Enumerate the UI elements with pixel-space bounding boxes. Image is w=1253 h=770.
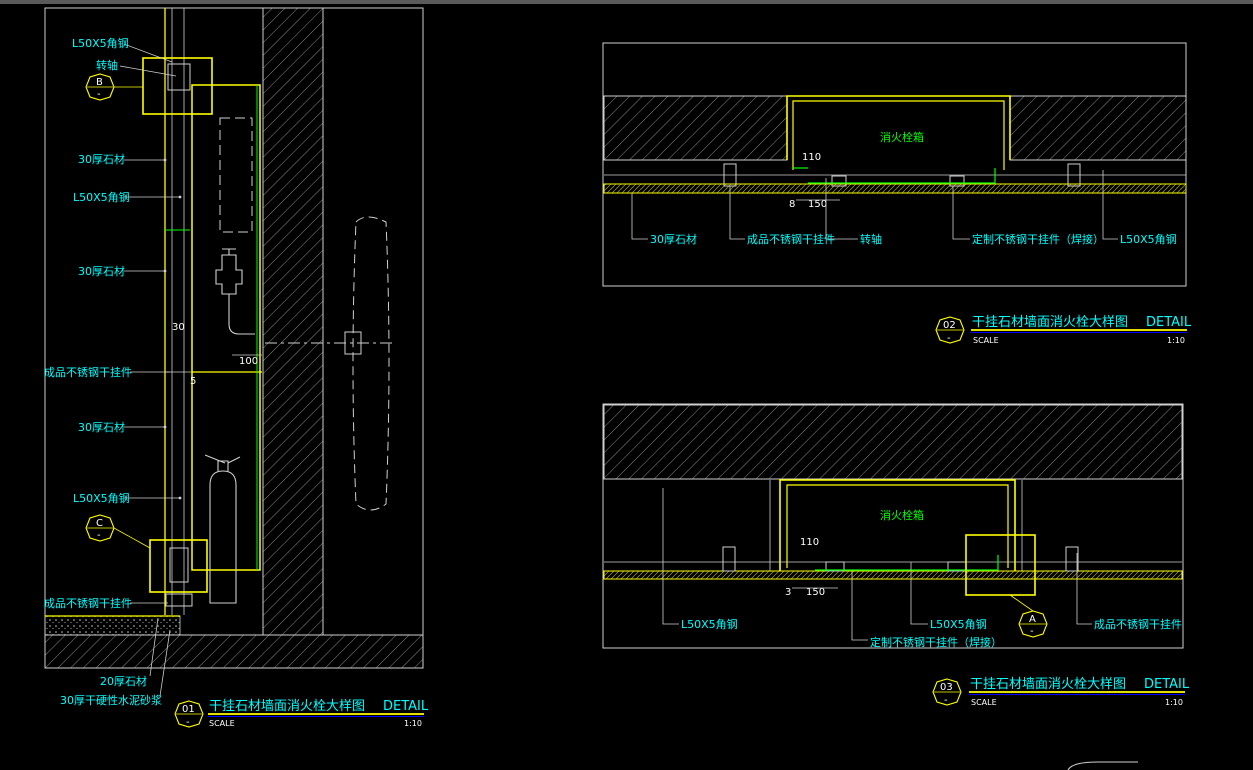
floor-slab	[44, 634, 424, 669]
detail-01-detail-word: DETAIL	[383, 699, 429, 714]
hangers-03	[722, 546, 1079, 572]
detail-02-number: 02	[943, 320, 956, 331]
callout-mortar: 30厚干硬性水泥砂浆	[60, 693, 162, 707]
fire-extinguisher	[204, 454, 241, 604]
cad-drawing-canvas[interactable]: 100 30 5 L50X5角钢 转轴 30厚石材 L50X5角钢 30厚石材 …	[0, 0, 1253, 770]
dim-5: 5	[190, 376, 196, 387]
detail-03-title: 干挂石材墙面消火栓大样图	[970, 677, 1126, 692]
bottom-hanger	[165, 593, 193, 607]
detail-03-number: 03	[940, 682, 953, 693]
dim-100: 100	[239, 356, 258, 367]
callout-custom-03: 定制不锈钢干挂件（焊接）	[870, 635, 1002, 649]
detail-01-scale-label: SCALE	[209, 719, 235, 728]
mortar-bed	[44, 615, 181, 636]
callout-stone-3: 30厚石材	[78, 420, 125, 434]
detail-c-dash: -	[97, 530, 101, 541]
stone-panel-03	[603, 570, 1183, 580]
detail-02-frame	[602, 42, 1187, 287]
callout-l50-top: L50X5角钢	[72, 37, 129, 50]
detail-01-title-block: 01 - 干挂石材墙面消火栓大样图 DETAIL SCALE 1:10	[174, 699, 429, 728]
detail-a-letter: A	[1029, 614, 1036, 625]
detail-02-scale-label: SCALE	[973, 336, 999, 345]
callout-l50-mid: L50X5角钢	[73, 191, 130, 204]
detail-c-letter: C	[96, 518, 103, 529]
detail-01-title: 干挂石材墙面消火栓大样图	[209, 699, 365, 714]
wall-right	[1009, 95, 1187, 161]
detail-b-dash: -	[97, 89, 101, 100]
detail-b-zone	[142, 57, 213, 115]
bottom-fitting	[169, 547, 189, 583]
detail-03-title-block: 03 - 干挂石材墙面消火栓大样图 DETAIL SCALE 1:10	[932, 677, 1190, 707]
detail-02-detail-word: DETAIL	[1146, 315, 1192, 330]
partial-drawing-fragment	[1067, 761, 1138, 770]
callout-stone-1: 30厚石材	[78, 152, 125, 166]
detail-c-marker[interactable]: C -	[85, 514, 151, 549]
callout-stone-20: 20厚石材	[100, 674, 147, 688]
detail-b-letter: B	[96, 77, 103, 88]
detail-03-detail-word: DETAIL	[1144, 677, 1190, 692]
dim-3-03: 3	[785, 587, 791, 598]
callout-l50-low: L50X5角钢	[73, 492, 130, 505]
detail-a-marker[interactable]: A -	[1009, 594, 1048, 638]
concrete-wall	[262, 7, 324, 636]
dim-110-02: 110	[802, 152, 821, 163]
dim-8-02: 8	[789, 199, 795, 210]
hydrant-box-inner-03	[786, 484, 1009, 568]
callout-stone-2: 30厚石材	[78, 264, 125, 278]
stone-panel-02	[603, 183, 1187, 194]
callout-pivot: 转轴	[96, 58, 118, 72]
detail-02-title-block: 02 - 干挂石材墙面消火栓大样图 DETAIL SCALE 1:10	[935, 315, 1192, 345]
hydrant-cabinet	[191, 84, 261, 571]
callout-l50-02: L50X5角钢	[1120, 233, 1177, 246]
wall-left	[603, 95, 788, 161]
wall-top-03	[603, 404, 1183, 480]
box-label-03: 消火栓箱	[880, 508, 924, 522]
callout-hanger-2: 成品不锈钢干挂件	[44, 596, 132, 610]
detail-02-title: 干挂石材墙面消火栓大样图	[972, 315, 1128, 330]
detail-03-scale-value: 1:10	[1165, 698, 1183, 707]
callout-pivot-02: 转轴	[860, 232, 882, 246]
detail-01-number: 01	[182, 704, 195, 715]
detail-02-plan: 消火栓箱 110 8 150 30厚石材 成品不锈钢干挂件 转轴 定制不锈钢干挂…	[602, 42, 1192, 345]
pivot-fitting	[167, 63, 191, 91]
callout-hanger-03: 成品不锈钢干挂件	[1094, 617, 1182, 631]
detail-01-dash: -	[186, 717, 190, 728]
callout-l50-right-03: L50X5角钢	[930, 618, 987, 631]
detail-03-scale-label: SCALE	[971, 698, 997, 707]
detail-a-zone	[965, 534, 1036, 596]
hydrant-valve	[215, 248, 255, 335]
detail-02-leaders	[631, 170, 1118, 240]
hydrant-box-outline	[786, 95, 1011, 160]
hydrant-box-outline-03	[779, 479, 1016, 571]
callout-stone-02: 30厚石材	[650, 232, 697, 246]
hose-reel	[219, 117, 253, 233]
detail-03-dash: -	[944, 695, 948, 706]
door-swing-outline	[352, 216, 390, 511]
detail-01-frame	[44, 7, 424, 669]
box-label-02: 消火栓箱	[880, 130, 924, 144]
dim-150-03: 150	[806, 587, 825, 598]
dim-110-03: 110	[800, 537, 819, 548]
callout-hanger-1: 成品不锈钢干挂件	[44, 365, 132, 379]
callout-l50-left-03: L50X5角钢	[681, 618, 738, 631]
detail-b-marker[interactable]: B -	[85, 73, 143, 101]
dim-150-02: 150	[808, 199, 827, 210]
dim-30: 30	[172, 322, 185, 333]
detail-02-scale-value: 1:10	[1167, 336, 1185, 345]
detail-01-scale-value: 1:10	[404, 719, 422, 728]
detail-a-dash: -	[1030, 626, 1034, 637]
detail-03-plan: 消火栓箱 110 3 150 L50X5角钢 L50X5角钢 定制不锈钢干挂件（…	[602, 403, 1190, 707]
callout-custom-02: 定制不锈钢干挂件（焊接）	[972, 232, 1104, 246]
detail-02-dash: -	[947, 333, 951, 344]
detail-01-section: 100 30 5 L50X5角钢 转轴 30厚石材 L50X5角钢 30厚石材 …	[44, 7, 429, 728]
callout-hanger-02: 成品不锈钢干挂件	[747, 232, 835, 246]
